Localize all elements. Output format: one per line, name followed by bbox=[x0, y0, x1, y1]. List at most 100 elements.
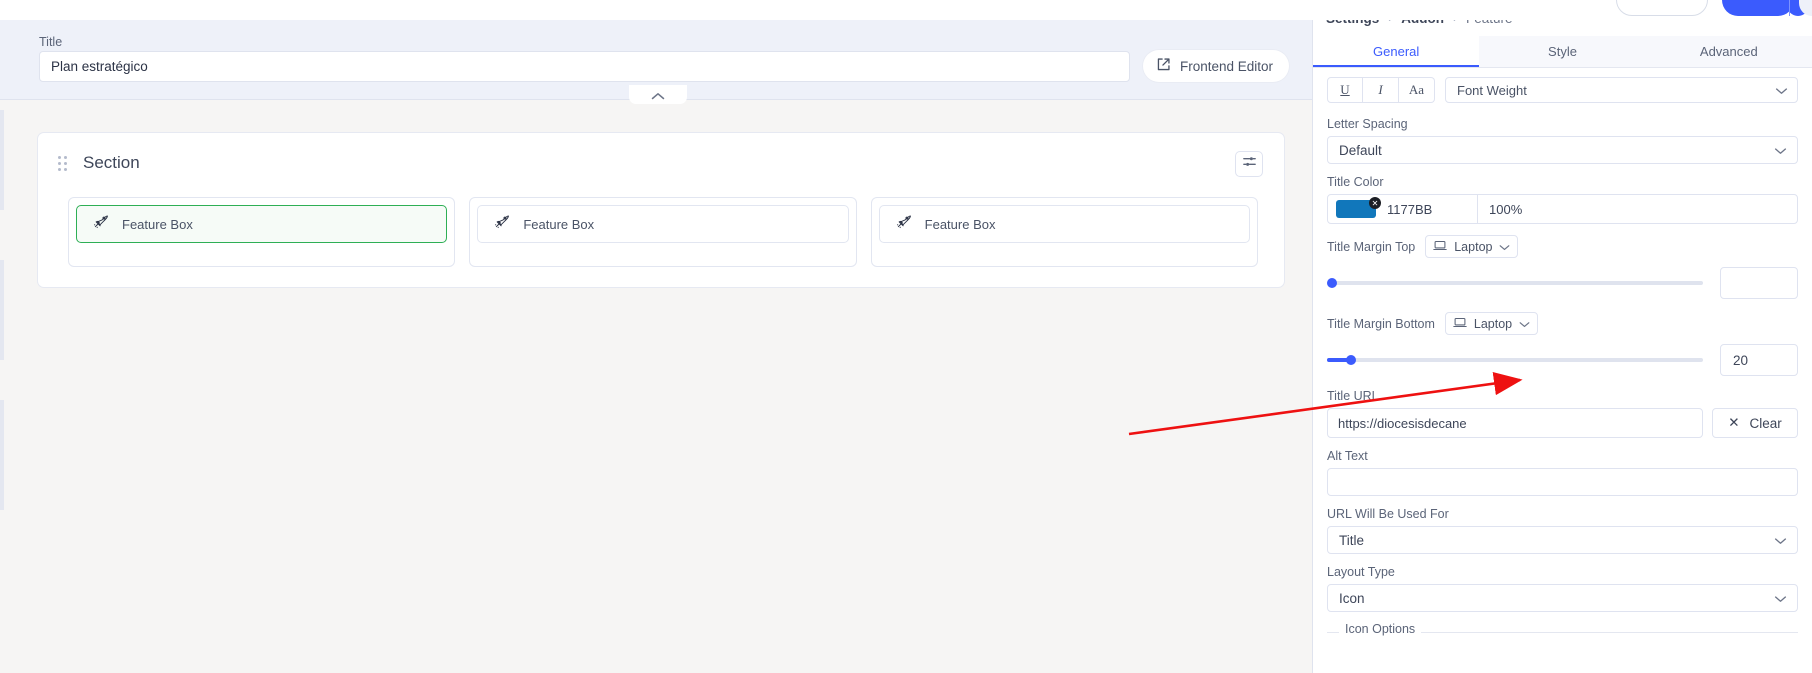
icon-options-label: Icon Options bbox=[1339, 622, 1422, 636]
feature-box-item-3[interactable]: Feature Box bbox=[878, 205, 1250, 243]
title-margin-bottom-device-select[interactable]: Laptop bbox=[1444, 312, 1539, 335]
alt-text-input[interactable] bbox=[1327, 468, 1798, 496]
layout-type-select[interactable]: Icon bbox=[1327, 584, 1798, 612]
feature-box-wrapper: Feature Box bbox=[469, 197, 857, 267]
layout-type-field: Layout Type Icon bbox=[1327, 565, 1798, 612]
url-used-for-field: URL Will Be Used For Title bbox=[1327, 507, 1798, 554]
title-margin-bottom-device-value: Laptop bbox=[1473, 316, 1513, 331]
title-color-label: Title Color bbox=[1327, 175, 1384, 189]
title-margin-top-device-value: Laptop bbox=[1454, 239, 1493, 254]
typography-toolbar: U I Aa Font Weight bbox=[1327, 77, 1798, 103]
feature-box-item-2[interactable]: Feature Box bbox=[477, 205, 849, 243]
chevron-up-icon bbox=[651, 88, 665, 106]
title-margin-bottom-label: Title Margin Bottom bbox=[1327, 316, 1435, 331]
feature-box-wrapper: Feature Box bbox=[870, 197, 1258, 267]
title-margin-bottom-header: Title Margin Bottom Laptop bbox=[1327, 312, 1798, 335]
frontend-editor-label: Frontend Editor bbox=[1180, 58, 1274, 74]
title-margin-bottom-field: Title Margin Bottom Laptop 20 bbox=[1327, 312, 1798, 376]
title-margin-bottom-slider[interactable] bbox=[1327, 353, 1703, 367]
feature-box-wrapper: Feature Box bbox=[68, 197, 456, 267]
underline-icon: U bbox=[1340, 82, 1350, 97]
tab-style[interactable]: Style bbox=[1479, 36, 1646, 67]
title-input[interactable] bbox=[39, 51, 1130, 82]
url-used-for-label: URL Will Be Used For bbox=[1327, 507, 1449, 521]
title-color-swatch-group[interactable]: ✕ 1177BB bbox=[1328, 195, 1478, 223]
alt-text-field: Alt Text bbox=[1327, 449, 1798, 496]
feature-box-item-1[interactable]: Feature Box bbox=[76, 205, 448, 243]
feature-box-label: Feature Box bbox=[523, 216, 595, 232]
title-url-input[interactable] bbox=[1327, 408, 1703, 438]
builder-canvas: Title Frontend Editor bbox=[0, 0, 1312, 673]
title-margin-top-value-input[interactable] bbox=[1720, 267, 1798, 299]
alt-text-label: Alt Text bbox=[1327, 449, 1368, 463]
title-url-row: ✕ Clear bbox=[1327, 408, 1798, 438]
title-color-opacity-value[interactable]: 100% bbox=[1478, 195, 1797, 223]
letter-spacing-value: Default bbox=[1339, 142, 1382, 158]
layout-type-label: Layout Type bbox=[1327, 565, 1395, 579]
title-margin-top-slider-row bbox=[1327, 267, 1798, 299]
font-weight-select[interactable]: Font Weight bbox=[1445, 77, 1798, 103]
title-url-field: Title URL ✕ Clear bbox=[1327, 389, 1798, 438]
panel-body: U I Aa Font Weight Letter Spacing Defaul… bbox=[1313, 68, 1812, 673]
title-url-label: Title URL bbox=[1327, 389, 1379, 403]
laptop-icon bbox=[1433, 240, 1447, 254]
app-root: Title Frontend Editor bbox=[0, 0, 1812, 673]
chevron-down-icon bbox=[1499, 240, 1510, 254]
title-margin-top-device-select[interactable]: Laptop bbox=[1425, 235, 1519, 258]
toolbar-primary-button[interactable] bbox=[1722, 0, 1794, 16]
title-margin-top-label: Title Margin Top bbox=[1327, 239, 1416, 254]
title-color-row: ✕ 1177BB 100% bbox=[1327, 194, 1798, 224]
toolbar-search-input[interactable] bbox=[1616, 0, 1708, 16]
italic-button[interactable]: I bbox=[1363, 77, 1399, 103]
slider-thumb[interactable] bbox=[1327, 278, 1337, 288]
canvas-body: Section Feature Box Feature Box Feature … bbox=[0, 100, 1312, 673]
title-margin-top-header: Title Margin Top Laptop bbox=[1327, 235, 1798, 258]
drag-handle-icon[interactable] bbox=[58, 155, 67, 171]
layout-type-value: Icon bbox=[1339, 590, 1365, 606]
clear-color-icon[interactable]: ✕ bbox=[1369, 197, 1381, 209]
tab-advanced[interactable]: Advanced bbox=[1645, 36, 1812, 67]
italic-icon: I bbox=[1378, 82, 1383, 97]
feature-box-label: Feature Box bbox=[122, 216, 193, 232]
url-used-for-select[interactable]: Title bbox=[1327, 526, 1798, 554]
section-header: Section bbox=[58, 153, 140, 173]
title-color-field: Title Color ✕ 1177BB 100% bbox=[1327, 175, 1798, 224]
chevron-down-icon bbox=[1774, 143, 1787, 158]
tab-general-label: General bbox=[1373, 44, 1420, 59]
external-link-icon bbox=[1156, 57, 1171, 75]
close-icon: ✕ bbox=[1728, 415, 1740, 430]
title-margin-top-field: Title Margin Top Laptop bbox=[1327, 235, 1798, 299]
toolbar-button-divider bbox=[1789, 0, 1790, 16]
chevron-down-icon bbox=[1775, 83, 1788, 98]
section-card[interactable]: Section Feature Box Feature Box Feature … bbox=[37, 132, 1285, 288]
feature-box-label: Feature Box bbox=[924, 216, 996, 232]
feature-box-row: Feature Box Feature Box Feature Box bbox=[68, 197, 1258, 267]
collapse-titlebar-button[interactable] bbox=[629, 85, 687, 104]
slider-track bbox=[1327, 358, 1703, 362]
tab-style-label: Style bbox=[1548, 44, 1577, 59]
title-margin-bottom-value-input[interactable]: 20 bbox=[1720, 344, 1798, 376]
icon-options-fieldset: Icon Options bbox=[1327, 622, 1798, 639]
clear-url-button[interactable]: ✕ Clear bbox=[1712, 408, 1798, 438]
settings-panel: Settings › Addon › Feature General Style… bbox=[1312, 0, 1812, 673]
chevron-down-icon bbox=[1774, 533, 1787, 548]
frontend-editor-button[interactable]: Frontend Editor bbox=[1143, 50, 1290, 82]
chevron-down-icon bbox=[1519, 317, 1530, 331]
letter-spacing-select[interactable]: Default bbox=[1327, 136, 1798, 164]
text-transform-icon: Aa bbox=[1408, 82, 1425, 97]
section-title: Section bbox=[83, 153, 140, 172]
section-settings-icon bbox=[1242, 154, 1257, 174]
tab-advanced-label: Advanced bbox=[1699, 44, 1758, 59]
font-weight-label: Font Weight bbox=[1457, 82, 1527, 98]
title-color-hex-value[interactable]: 1177BB bbox=[1387, 202, 1432, 217]
canvas-edge-markers bbox=[0, 100, 5, 673]
laptop-icon bbox=[1453, 317, 1467, 331]
rocket-icon bbox=[493, 213, 510, 235]
section-settings-button[interactable] bbox=[1235, 151, 1263, 177]
text-transform-button[interactable]: Aa bbox=[1399, 77, 1435, 103]
tab-general[interactable]: General bbox=[1313, 36, 1480, 67]
underline-button[interactable]: U bbox=[1327, 77, 1363, 103]
panel-tabs: General Style Advanced bbox=[1313, 36, 1812, 68]
slider-thumb[interactable] bbox=[1345, 355, 1356, 365]
title-margin-top-slider[interactable] bbox=[1327, 276, 1703, 290]
